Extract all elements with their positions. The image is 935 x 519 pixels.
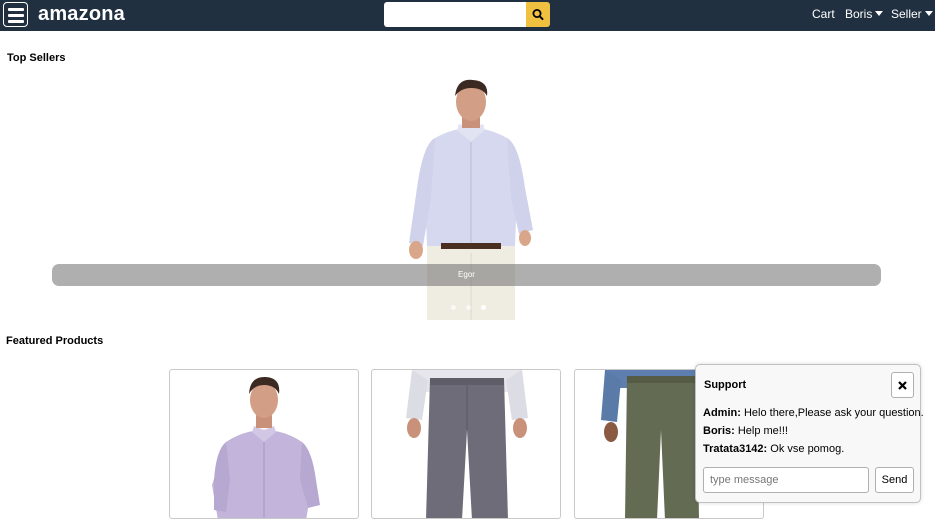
menu-bar xyxy=(8,8,24,11)
cart-label: Cart xyxy=(812,7,835,21)
chat-message: Boris: Help me!!! xyxy=(703,425,788,437)
cart-link[interactable]: Cart xyxy=(812,7,835,21)
seller-menu-dropdown[interactable]: Seller xyxy=(891,7,933,21)
message-text: Ok vse pomog. xyxy=(770,443,845,455)
top-navbar: amazona Cart Boris Seller xyxy=(0,0,935,31)
message-sender: Tratata3142: xyxy=(703,443,768,455)
search-input[interactable] xyxy=(384,2,527,27)
product-card[interactable] xyxy=(169,369,359,519)
chat-title: Support xyxy=(704,379,747,391)
menu-bar xyxy=(8,20,24,23)
support-chat-box: Support Admin: Helo there,Please ask you… xyxy=(695,364,924,503)
user-name: Boris xyxy=(845,7,873,21)
seller-label: Seller xyxy=(891,7,922,21)
message-text: Help me!!! xyxy=(737,425,788,437)
caret-down-icon xyxy=(875,11,884,16)
carousel-dot[interactable] xyxy=(451,305,456,310)
product-card[interactable] xyxy=(371,369,561,519)
message-sender: Boris: xyxy=(703,425,735,437)
featured-products-title: Featured Products xyxy=(6,335,104,347)
carousel-dot-active[interactable] xyxy=(481,305,486,310)
search-icon xyxy=(532,9,544,21)
chat-message-input[interactable] xyxy=(703,467,869,493)
message-text: Helo there,Please ask your question. xyxy=(743,407,924,419)
user-menu-dropdown[interactable]: Boris xyxy=(845,7,884,21)
brand-logo-link[interactable]: amazona xyxy=(38,3,125,26)
menu-bar xyxy=(8,14,24,17)
caret-down-icon xyxy=(924,11,933,16)
purple-shirt-photo[interactable] xyxy=(170,370,359,519)
hamburger-menu-button[interactable] xyxy=(3,2,28,27)
search-button[interactable] xyxy=(526,2,550,27)
top-sellers-title: Top Sellers xyxy=(7,52,66,64)
chat-message: Admin: Helo there,Please ask your questi… xyxy=(703,407,924,419)
message-sender: Admin: xyxy=(703,407,741,419)
carousel-dot[interactable] xyxy=(466,305,471,310)
send-button[interactable]: Send xyxy=(875,467,914,493)
close-chat-button[interactable] xyxy=(891,372,914,398)
chat-message: Tratata3142: Ok vse pomog. xyxy=(703,443,844,455)
close-icon xyxy=(898,381,907,390)
gray-pants-photo[interactable] xyxy=(372,370,561,519)
carousel-legend: Egor xyxy=(52,264,881,286)
